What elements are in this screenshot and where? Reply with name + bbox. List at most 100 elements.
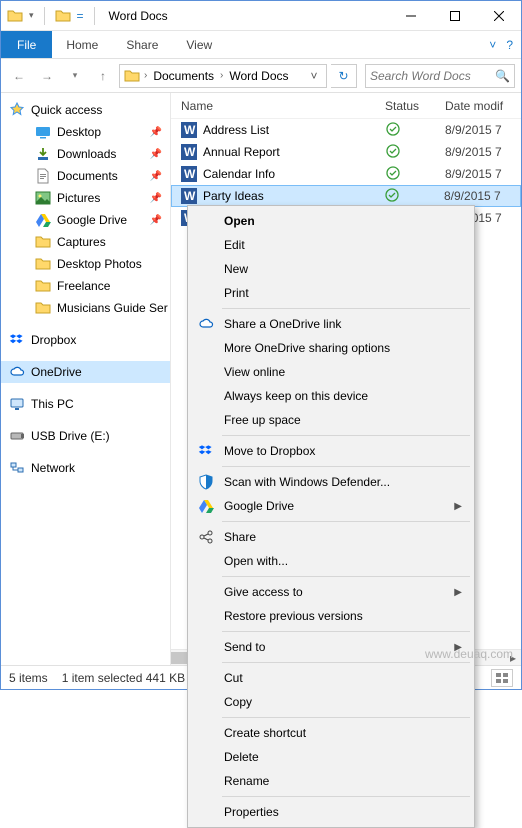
gdrive-icon (35, 212, 51, 228)
up-button[interactable]: ↑ (91, 64, 115, 88)
shield-icon (198, 474, 214, 490)
chevron-right-icon: ▶ (454, 587, 462, 598)
sidebar-item-downloads[interactable]: Downloads📌 (1, 143, 170, 165)
ctx-give-access[interactable]: Give access to▶ (190, 580, 472, 604)
sidebar-item-label: Musicians Guide Ser (57, 301, 168, 315)
sidebar-item-label: Downloads (57, 147, 116, 161)
share-icon (198, 529, 214, 545)
tab-view[interactable]: View (172, 31, 226, 58)
tab-share[interactable]: Share (112, 31, 172, 58)
file-row[interactable]: Address List 8/9/2015 7 (171, 119, 521, 141)
sidebar-item-desktop-photos[interactable]: Desktop Photos (1, 253, 170, 275)
ctx-share[interactable]: Share (190, 525, 472, 549)
sidebar-quick-access[interactable]: Quick access (1, 99, 170, 121)
gdrive-icon (198, 498, 214, 514)
search-box[interactable]: 🔍 (365, 64, 515, 88)
minimize-button[interactable] (389, 1, 433, 31)
tab-home[interactable]: Home (52, 31, 112, 58)
crumb-word-docs[interactable]: Word Docs (227, 69, 290, 83)
close-button[interactable] (477, 1, 521, 31)
crumb-documents[interactable]: Documents (151, 69, 216, 83)
qat-dropdown-icon[interactable]: ▾ (29, 10, 34, 21)
column-status[interactable]: Status (385, 99, 445, 113)
sidebar-this-pc[interactable]: This PC (1, 393, 170, 415)
tab-file[interactable]: File (1, 31, 52, 58)
sidebar-dropbox[interactable]: Dropbox (1, 329, 170, 351)
sidebar-item-label: Dropbox (31, 333, 76, 347)
ctx-create-shortcut[interactable]: Create shortcut (190, 721, 472, 745)
window-title: Word Docs (105, 9, 168, 23)
sidebar-item-label: USB Drive (E:) (31, 429, 110, 443)
file-name: Address List (203, 123, 385, 137)
ctx-cut[interactable]: Cut (190, 666, 472, 690)
ctx-google-drive[interactable]: Google Drive▶ (190, 494, 472, 518)
qat-equals-icon[interactable]: = (77, 9, 84, 23)
search-icon: 🔍 (495, 69, 510, 83)
ctx-delete[interactable]: Delete (190, 745, 472, 769)
sidebar-item-googledrive[interactable]: Google Drive📌 (1, 209, 170, 231)
help-icon[interactable]: ? (506, 38, 513, 52)
chevron-right-icon[interactable]: › (144, 70, 147, 81)
qat-properties-icon[interactable] (55, 8, 71, 24)
file-name: Calendar Info (203, 167, 385, 181)
sidebar-item-freelance[interactable]: Freelance (1, 275, 170, 297)
file-row[interactable]: Party Ideas8/9/2015 7 (171, 185, 521, 207)
sidebar-item-label: Desktop Photos (57, 257, 142, 271)
sidebar-item-musicians[interactable]: Musicians Guide Ser (1, 297, 170, 319)
back-button[interactable]: ← (7, 64, 31, 88)
sidebar-item-captures[interactable]: Captures (1, 231, 170, 253)
chevron-right-icon[interactable]: › (220, 70, 223, 81)
doc-icon (35, 168, 51, 184)
view-large-button[interactable] (491, 669, 513, 687)
forward-button[interactable]: → (35, 64, 59, 88)
pin-icon: 📌 (150, 127, 162, 138)
ctx-print[interactable]: Print (190, 281, 472, 305)
ctx-more-onedrive[interactable]: More OneDrive sharing options (190, 336, 472, 360)
sidebar-usb[interactable]: USB Drive (E:) (1, 425, 170, 447)
file-date: 8/9/2015 7 (445, 123, 521, 137)
ribbon-expand-icon[interactable]: ˅ (489, 38, 496, 52)
ctx-view-online[interactable]: View online (190, 360, 472, 384)
ctx-share-onedrive[interactable]: Share a OneDrive link (190, 312, 472, 336)
ctx-edit[interactable]: Edit (190, 233, 472, 257)
address-dropdown-icon[interactable]: ˅ (306, 69, 322, 83)
column-name[interactable]: Name (171, 99, 385, 113)
ctx-scan-defender[interactable]: Scan with Windows Defender... (190, 470, 472, 494)
sidebar-item-pictures[interactable]: Pictures📌 (1, 187, 170, 209)
ctx-move-dropbox[interactable]: Move to Dropbox (190, 439, 472, 463)
app-icon (7, 8, 23, 24)
sidebar-onedrive[interactable]: OneDrive (1, 361, 170, 383)
ctx-open-with[interactable]: Open with... (190, 549, 472, 573)
file-row[interactable]: Annual Report8/9/2015 7 (171, 141, 521, 163)
ctx-copy[interactable]: Copy (190, 690, 472, 714)
ctx-free-up[interactable]: Free up space (190, 408, 472, 432)
ctx-rename[interactable]: Rename (190, 769, 472, 793)
sidebar-item-label: Documents (57, 169, 118, 183)
sidebar-item-label: OneDrive (31, 365, 82, 379)
watermark: www.deuaq.com (425, 647, 513, 661)
file-row[interactable]: Calendar Info8/9/2015 7 (171, 163, 521, 185)
search-input[interactable] (370, 69, 510, 83)
download-icon (35, 146, 51, 162)
address-bar[interactable]: › Documents › Word Docs ˅ (119, 64, 327, 88)
maximize-button[interactable] (433, 1, 477, 31)
ctx-properties[interactable]: Properties (190, 800, 472, 824)
sidebar-item-desktop[interactable]: Desktop📌 (1, 121, 170, 143)
sidebar-item-documents[interactable]: Documents 📌 (1, 165, 170, 187)
ctx-always-keep[interactable]: Always keep on this device (190, 384, 472, 408)
sidebar-network[interactable]: Network (1, 457, 170, 479)
refresh-button[interactable]: ↻ (331, 64, 357, 88)
network-icon (9, 460, 25, 476)
recent-dropdown-icon[interactable]: ▾ (63, 64, 87, 88)
sidebar-item-label: Google Drive (57, 213, 127, 227)
column-date[interactable]: Date modif (445, 99, 521, 113)
sidebar-item-label: This PC (31, 397, 74, 411)
word-icon (181, 166, 197, 182)
pin-icon: 📌 (150, 171, 162, 182)
sidebar-item-label: Captures (57, 235, 106, 249)
folder-icon (35, 256, 51, 272)
ctx-new[interactable]: New (190, 257, 472, 281)
ctx-restore[interactable]: Restore previous versions (190, 604, 472, 628)
word-icon (181, 122, 197, 138)
ctx-open[interactable]: Open (190, 209, 472, 233)
